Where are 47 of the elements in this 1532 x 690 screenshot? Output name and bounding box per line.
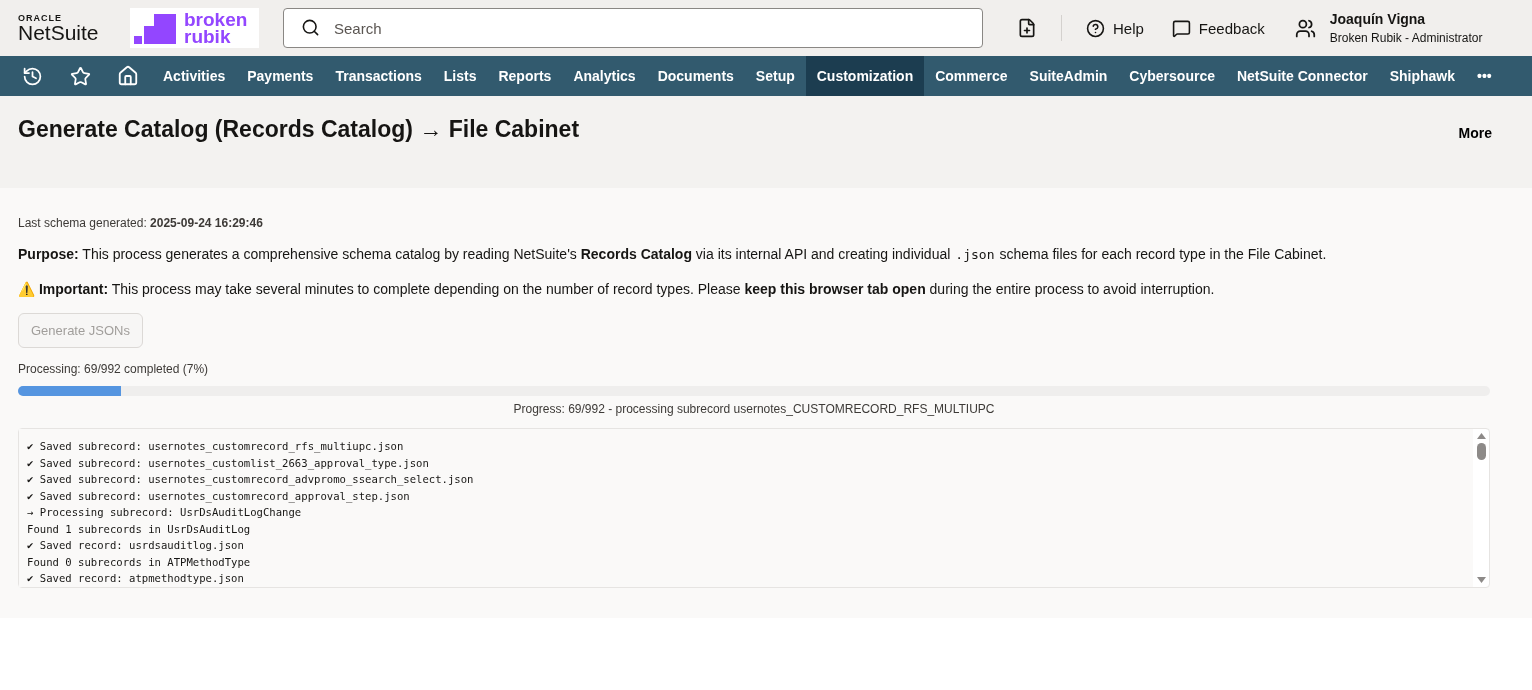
product-name: NetSuite [18,23,100,43]
log-line: ✔ Saved subrecord: usernotes_customlist_2663_approval_type.json [27,455,430,471]
purpose-text: Purpose: This process generates a comprehensive schema catalog by reading NetSuite's Records Catalog via its internal API and creating individual .json schema files for each record type in the File Cabinet. [18,245,1328,264]
nav-tab[interactable]: NetSuite Connector [1225,56,1379,96]
nav-tab[interactable]: Commerce [924,56,1019,96]
important-text: ⚠ Important: This process may take several minutes to complete depending on the number of record types. Please keep this browser tab open during the entire process to avoid interruption. [18,280,1216,299]
feedback-button[interactable]: Feedback [1171,18,1265,38]
scroll-down-icon[interactable] [1476,577,1486,583]
log-line: ✔ Saved record: atpmethodtype.json [27,571,245,586]
nav-tab[interactable]: Analytics [562,56,647,96]
help-icon [1086,18,1105,38]
more-menu[interactable]: ••• [1466,56,1503,96]
nav-tab[interactable]: Setup [744,56,806,96]
nav-tab[interactable]: Transactions [324,56,433,96]
help-button[interactable]: Help [1086,18,1144,38]
page-title: Generate Catalog (Records Catalog) → File Cabinet [18,116,580,143]
more-button[interactable]: More [1452,124,1498,142]
log-line: ✔ Saved subrecord: usernotes_customrecord_approval_step.json [27,488,411,504]
nav-tab[interactable]: Documents [646,56,745,96]
search-icon [301,18,320,37]
scrollbar-thumb[interactable] [1476,443,1486,460]
nav-tab[interactable]: Payments [236,56,325,96]
user-icon [1294,17,1316,39]
user-name: Joaquín Vigna [1329,11,1427,27]
oracle-label: ORACLE [18,13,63,23]
nav-tab[interactable]: SuiteAdmin [1018,56,1119,96]
nav-tab[interactable]: Shiphawk [1378,56,1466,96]
nav-tab[interactable]: Lists [432,56,488,96]
nav-tab[interactable]: Reports [487,56,563,96]
company-logo: broken rubik [130,8,259,48]
nav-tab[interactable]: Activities [152,56,237,96]
new-file-button[interactable] [1017,18,1037,38]
nav-tab[interactable]: Cybersource [1118,56,1226,96]
speech-bubble-icon [1171,18,1191,38]
log-line: Found 1 subrecords in UsrDsAuditLog [27,521,252,537]
progress-caption: Progress: 69/992 - processing subrecord usernotes_CUSTOMRECORD_RFS_MULTIUPC [512,402,996,416]
scroll-up-icon[interactable] [1476,433,1486,439]
log-line: ✔ Saved record: usrdsauditlog.json [27,538,245,553]
log-line: ✔ Saved subrecord: usernotes_customrecord_rfs_multiupc.json [27,439,405,455]
log-line: ✔ Saved subrecord: usernotes_customrecord_advpromo_ssearch_select.json [27,472,475,488]
search-field[interactable]: Search [283,8,983,48]
user-role: Broken Rubik - Administrator [1329,31,1483,45]
log-line: → Processing subrecord: UsrDsAuditLogChange [27,505,303,520]
last-generated-text: Last schema generated: 2025-09-24 16:29:46 [18,216,264,230]
processing-status: Processing: 69/992 completed (7%) [18,362,210,376]
log-line: Found 0 subrecords in ATPMethodType [27,554,252,570]
nav-tab[interactable]: Customization [805,56,925,96]
